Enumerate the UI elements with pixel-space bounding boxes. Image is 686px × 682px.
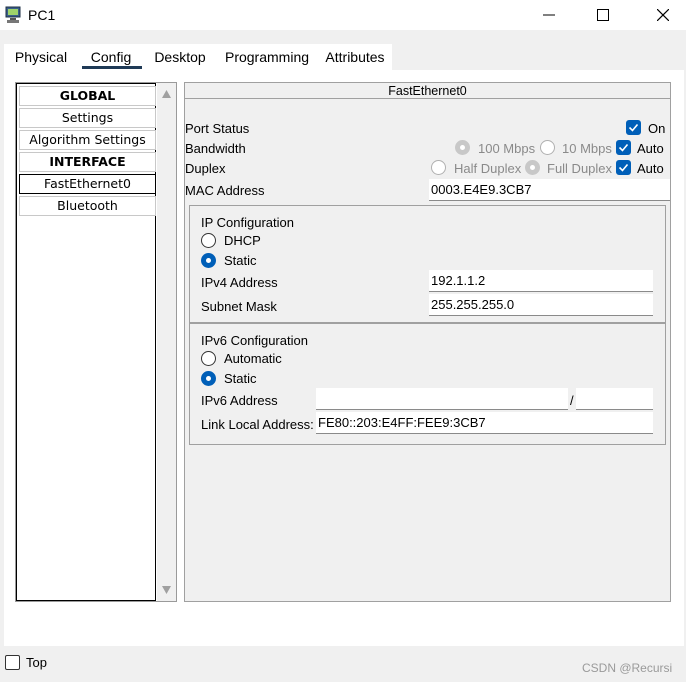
config-sidebar: GLOBAL Settings Algorithm Settings INTER… [15, 82, 177, 602]
ipv6-auto-label: Automatic [224, 351, 282, 366]
ipv6-address-label: IPv6 Address [201, 393, 278, 408]
checkmark-icon [618, 163, 629, 172]
ipv4-config-group: IP Configuration DHCP Static IPv4 Addres… [189, 205, 666, 323]
minimize-icon [543, 14, 555, 16]
window-title: PC1 [28, 7, 56, 23]
ipv4-static-radio[interactable] [201, 253, 216, 268]
sidebar-item-fastethernet0[interactable]: FastEthernet0 [19, 174, 156, 194]
tab-desktop[interactable]: Desktop [144, 44, 216, 70]
port-on-label: On [648, 121, 666, 136]
bandwidth-10-radio[interactable] [540, 140, 555, 155]
ipv6-static-radio[interactable] [201, 371, 216, 386]
maximize-button[interactable] [580, 0, 626, 30]
tab-physical[interactable]: Physical [4, 44, 78, 70]
panel-title: FastEthernet0 [185, 83, 670, 99]
duplex-auto-checkbox[interactable] [616, 160, 631, 175]
top-checkbox[interactable] [5, 655, 20, 670]
ipv6-prefix-separator: / [570, 393, 574, 408]
sidebar-header-interface: INTERFACE [19, 152, 156, 172]
ipv4-address-label: IPv4 Address [201, 275, 278, 290]
minimize-button[interactable] [526, 0, 572, 30]
interface-panel: FastEthernet0 Port Status On Bandwidth 1… [184, 82, 671, 602]
scroll-up-icon [162, 90, 171, 98]
duplex-half-radio[interactable] [431, 160, 446, 175]
sidebar-item-algorithm-settings[interactable]: Algorithm Settings [19, 130, 156, 150]
close-button[interactable] [640, 0, 686, 30]
subnet-mask-input[interactable]: 255.255.255.0 [429, 294, 653, 316]
duplex-full-label: Full Duplex [547, 161, 613, 176]
tab-attributes[interactable]: Attributes [318, 44, 392, 70]
ipv6-config-group: IPv6 Configuration Automatic Static IPv6… [189, 323, 666, 445]
scroll-down-icon [162, 586, 171, 594]
ipv6-config-title: IPv6 Configuration [201, 333, 308, 348]
ipv6-address-input[interactable] [316, 388, 568, 410]
tab-programming[interactable]: Programming [216, 44, 318, 70]
tab-label: Physical [14, 49, 68, 65]
duplex-full-radio[interactable] [525, 160, 540, 175]
bandwidth-auto-checkbox[interactable] [616, 140, 631, 155]
bandwidth-100-radio[interactable] [455, 140, 470, 155]
sidebar-item-settings[interactable]: Settings [19, 108, 156, 128]
ipv6-auto-radio[interactable] [201, 351, 216, 366]
port-status-label: Port Status [185, 121, 250, 136]
title-bar: PC1 [0, 0, 686, 30]
duplex-half-label: Half Duplex [454, 161, 522, 176]
subnet-mask-label: Subnet Mask [201, 299, 277, 314]
maximize-icon [597, 9, 609, 21]
ipv4-address-input[interactable]: 192.1.1.2 [429, 270, 653, 292]
dhcp-label: DHCP [224, 233, 261, 248]
checkmark-icon [628, 123, 639, 132]
sidebar-header-global: GLOBAL [19, 86, 156, 106]
tab-bar: Physical Config Desktop Programming Attr… [4, 44, 684, 70]
mac-address-field[interactable]: 0003.E4E9.3CB7 [429, 179, 670, 201]
tab-label: Desktop [154, 49, 206, 65]
duplex-label: Duplex [185, 161, 226, 176]
ipv6-prefix-input[interactable] [576, 388, 653, 410]
pc-app-icon [4, 5, 24, 25]
top-label: Top [26, 655, 47, 670]
ipv6-static-label: Static [224, 371, 257, 386]
port-on-checkbox[interactable] [626, 120, 641, 135]
link-local-address-field: FE80::203:E4FF:FEE9:3CB7 [316, 412, 653, 434]
bandwidth-auto-label: Auto [637, 141, 664, 156]
link-local-label: Link Local Address: [201, 417, 314, 432]
mac-address-label: MAC Address [185, 183, 265, 198]
tab-label: Attributes [325, 49, 385, 65]
watermark: CSDN @Recursi [582, 661, 673, 675]
sidebar-list: GLOBAL Settings Algorithm Settings INTER… [16, 83, 156, 601]
ip-config-title: IP Configuration [201, 215, 294, 230]
sidebar-item-bluetooth[interactable]: Bluetooth [19, 196, 156, 216]
close-icon [657, 9, 669, 21]
active-tab-indicator [82, 66, 142, 69]
duplex-auto-label: Auto [637, 161, 664, 176]
checkmark-icon [618, 143, 629, 152]
ipv4-static-label: Static [224, 253, 257, 268]
tab-label: Programming [224, 49, 310, 65]
sidebar-scrollbar[interactable] [157, 83, 176, 601]
dhcp-radio[interactable] [201, 233, 216, 248]
bandwidth-10-label: 10 Mbps [562, 141, 612, 156]
bandwidth-label: Bandwidth [185, 141, 246, 156]
bandwidth-100-label: 100 Mbps [478, 141, 536, 156]
